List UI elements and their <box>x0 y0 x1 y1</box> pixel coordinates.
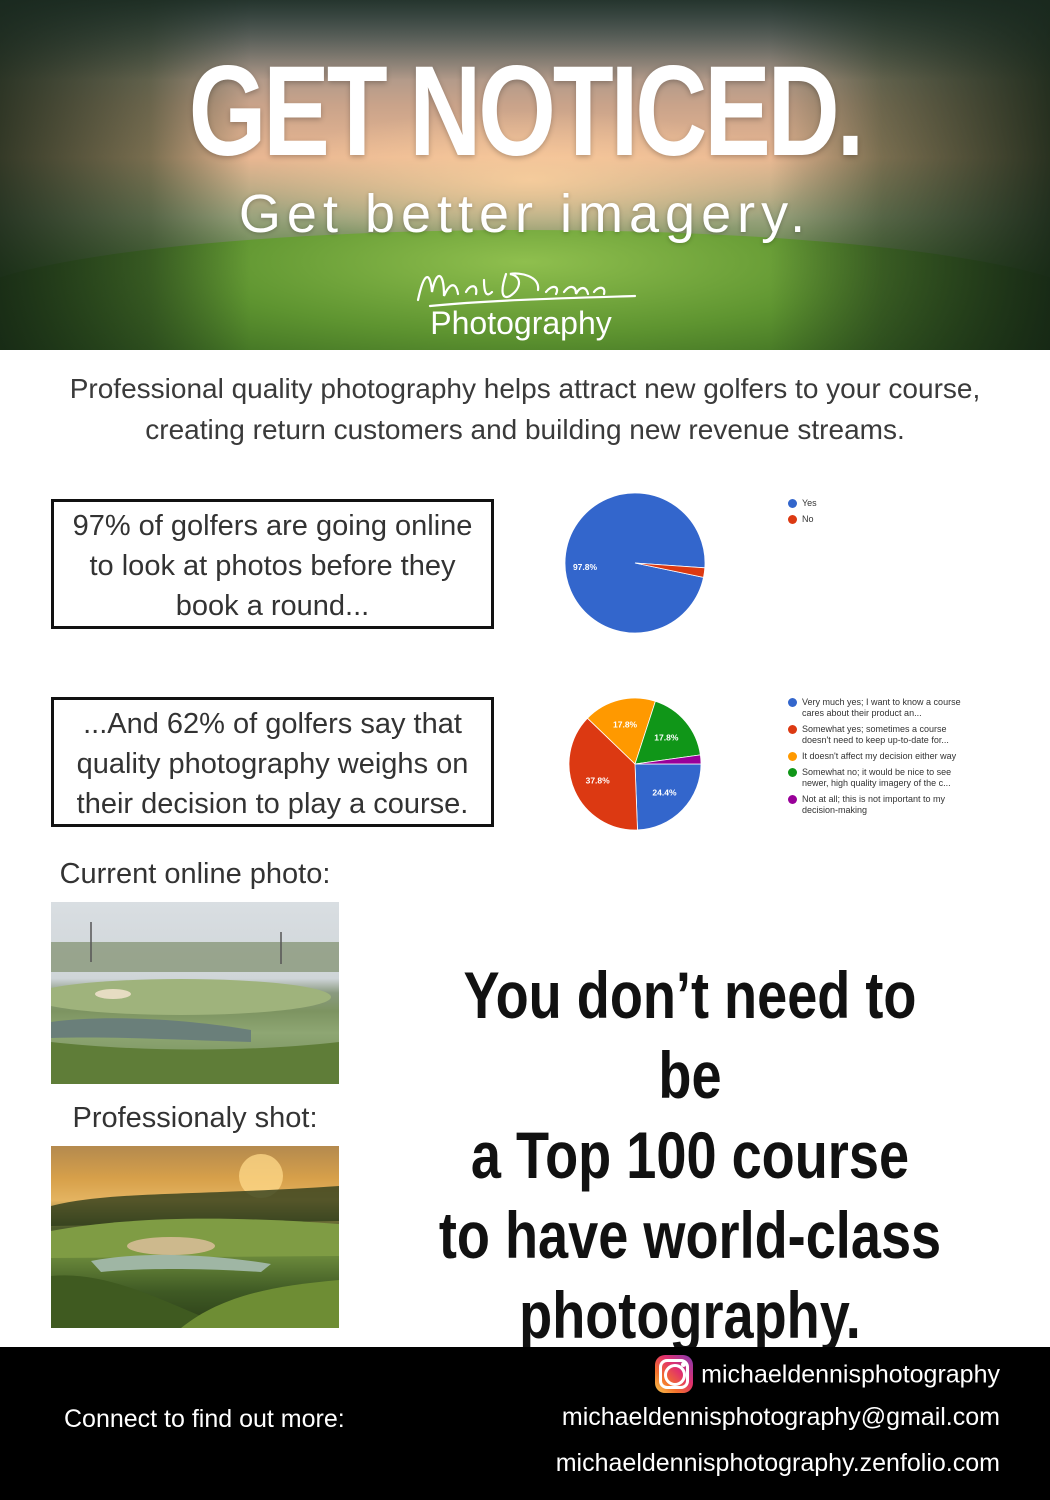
pie-data-label: 24.4% <box>652 787 677 797</box>
tagline-line: a Top 100 course <box>470 1118 910 1192</box>
professional-photo-caption: Professionaly shot: <box>72 1102 318 1134</box>
instagram-handle[interactable]: michaeldennisphotography <box>655 1355 1000 1395</box>
professional-photo-illustration <box>51 1154 339 1328</box>
intro-text: Professional quality photography helps a… <box>20 368 1030 450</box>
hero-banner: GET NOTICED. Get better imagery. Photogr… <box>0 0 1050 350</box>
legend-label: Somewhat no; it would be nice to see new… <box>802 767 952 788</box>
stat-line: 97% of golfers are going online <box>72 510 473 542</box>
legend-swatch <box>788 725 797 734</box>
stat-line: ...And 62% of golfers say that <box>83 708 462 740</box>
tagline: You don’t need to be a Top 100 course to… <box>436 955 944 1355</box>
instagram-handle-text: michaeldennisphotography <box>701 1360 1000 1389</box>
legend-swatch <box>788 752 797 761</box>
legend-item: It doesn't affect my decision either way <box>788 751 963 762</box>
pie-legend-online-photos: Yes No <box>788 498 817 530</box>
tagline-line: to have world-class <box>438 1198 942 1272</box>
legend-swatch <box>788 499 797 508</box>
pie-data-label: 17.8% <box>654 733 679 743</box>
legend-item: Yes <box>788 498 817 509</box>
legend-label: It doesn't affect my decision either way <box>802 751 957 761</box>
connect-text: Connect to find out more: <box>64 1405 345 1433</box>
legend-item: Very much yes; I want to know a course c… <box>788 697 963 719</box>
pie-legend-photography-influence: Very much yes; I want to know a course c… <box>788 697 963 821</box>
legend-swatch <box>788 698 797 707</box>
current-photo-illustration <box>51 922 339 1084</box>
tagline-line: photography. <box>519 1278 861 1352</box>
legend-swatch <box>788 515 797 524</box>
legend-swatch <box>788 795 797 804</box>
legend-label: Very much yes; I want to know a course c… <box>802 697 961 718</box>
legend-item: Somewhat no; it would be nice to see new… <box>788 767 963 789</box>
legend-label: Not at all; this is not important to my … <box>802 794 946 815</box>
current-photo-caption: Current online photo: <box>59 858 331 890</box>
professional-photo <box>51 1146 339 1328</box>
subheadline: Get better imagery. <box>238 184 812 244</box>
instagram-icon <box>655 1355 694 1393</box>
intro-line-2: creating return customers and building n… <box>145 414 905 445</box>
legend-swatch <box>788 768 797 777</box>
tagline-line: You don’t need to be <box>463 958 917 1112</box>
stat-line: book a round... <box>175 590 370 622</box>
headline: GET NOTICED. <box>188 40 865 183</box>
website-link[interactable]: michaeldennisphotography.zenfolio.com <box>556 1449 1000 1478</box>
stat-box-online-photos: 97% of golfers are going online to look … <box>51 499 494 629</box>
legend-item: No <box>788 514 817 525</box>
current-online-photo <box>51 902 339 1084</box>
email-link[interactable]: michaeldennisphotography@gmail.com <box>562 1403 1000 1432</box>
legend-item: Somewhat yes; sometimes a course doesn't… <box>788 724 963 746</box>
footer: Connect to find out more: michaeldennisp… <box>0 1347 1050 1500</box>
pie-data-label: 97.8% <box>573 562 598 572</box>
pie-chart-online-photos: 97.8% <box>564 492 706 634</box>
stat-box-quality-photography: ...And 62% of golfers say that quality p… <box>51 697 494 827</box>
pie-chart-photography-influence: 24.4% 37.8% 17.8% 17.8% <box>568 697 702 831</box>
intro-line-1: Professional quality photography helps a… <box>69 373 981 404</box>
stat-line: their decision to play a course. <box>76 788 469 820</box>
legend-label: Somewhat yes; sometimes a course doesn't… <box>802 724 949 745</box>
stat-line: to look at photos before they <box>89 550 456 582</box>
legend-label: Yes <box>802 498 817 508</box>
pie-data-label: 37.8% <box>586 776 611 786</box>
pie-data-label: 17.8% <box>613 719 638 729</box>
stat-line: quality photography weighs on <box>76 748 469 780</box>
legend-label: No <box>802 514 814 524</box>
photography-label: Photography <box>430 305 612 341</box>
legend-item: Not at all; this is not important to my … <box>788 794 963 816</box>
